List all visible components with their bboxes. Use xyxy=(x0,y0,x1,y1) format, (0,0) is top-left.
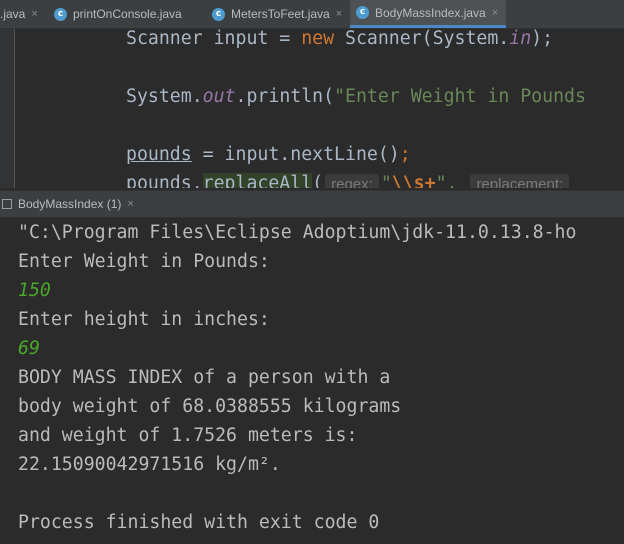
code-line: pounds.replaceAll(regex: "\\s+", replacem… xyxy=(126,171,571,188)
code-line: System.out.println("Enter Weight in Poun… xyxy=(126,86,586,107)
console-line: Enter Weight in Pounds: xyxy=(18,251,270,272)
close-icon[interactable]: × xyxy=(492,7,498,19)
console-line: Enter height in inches: xyxy=(18,309,270,330)
tab-bodymassindex[interactable]: c BodyMassIndex.java × xyxy=(350,0,506,28)
console-user-input: 150 xyxy=(18,280,51,301)
parameter-hint: regex: xyxy=(325,174,379,188)
tab-java[interactable]: .java × xyxy=(0,0,50,28)
console-line: and weight of 1.7526 meters is: xyxy=(18,425,358,446)
console-line: 22.15090042971516 kg/m². xyxy=(18,454,281,475)
code-line: Scanner input = new Scanner(System.in); xyxy=(126,29,554,49)
tab-printonconsole[interactable]: c printOnConsole.java xyxy=(54,0,204,28)
run-tool-window-header: BodyMassIndex (1) × xyxy=(0,190,624,218)
tab-label: .java xyxy=(0,7,26,21)
close-icon[interactable]: × xyxy=(31,8,37,20)
console-output[interactable]: "C:\Program Files\Eclipse Adoptium\jdk-1… xyxy=(0,218,624,544)
editor-gutter xyxy=(0,29,15,188)
code-line: pounds = input.nextLine(); xyxy=(126,144,411,165)
tab-meterstofeet[interactable]: c MetersToFeet.java × xyxy=(212,0,352,28)
console-line: body weight of 68.0388555 kilograms xyxy=(18,396,402,417)
tab-label: BodyMassIndex.java xyxy=(375,5,486,20)
run-tab-bodymassindex[interactable]: BodyMassIndex (1) × xyxy=(0,191,134,217)
run-tab-label: BodyMassIndex (1) xyxy=(18,197,122,211)
java-class-icon: c xyxy=(212,7,225,21)
console-exit-line: Process finished with exit code 0 xyxy=(18,512,380,533)
close-icon[interactable]: × xyxy=(336,8,342,20)
console-line: BODY MASS INDEX of a person with a xyxy=(18,367,391,388)
tab-label: MetersToFeet.java xyxy=(231,7,330,21)
console-user-input: 69 xyxy=(18,338,40,359)
parameter-hint: replacement: xyxy=(470,174,570,188)
editor-tab-bar: .java × c printOnConsole.java c MetersTo… xyxy=(0,0,624,29)
java-class-icon: c xyxy=(54,7,67,21)
close-icon[interactable]: × xyxy=(127,198,133,210)
tab-label: printOnConsole.java xyxy=(73,7,182,21)
run-config-icon xyxy=(2,199,12,209)
code-editor[interactable]: Scanner input = new Scanner(System.in); … xyxy=(0,29,624,188)
console-line: "C:\Program Files\Eclipse Adoptium\jdk-1… xyxy=(18,222,577,243)
java-class-icon: c xyxy=(356,6,369,19)
